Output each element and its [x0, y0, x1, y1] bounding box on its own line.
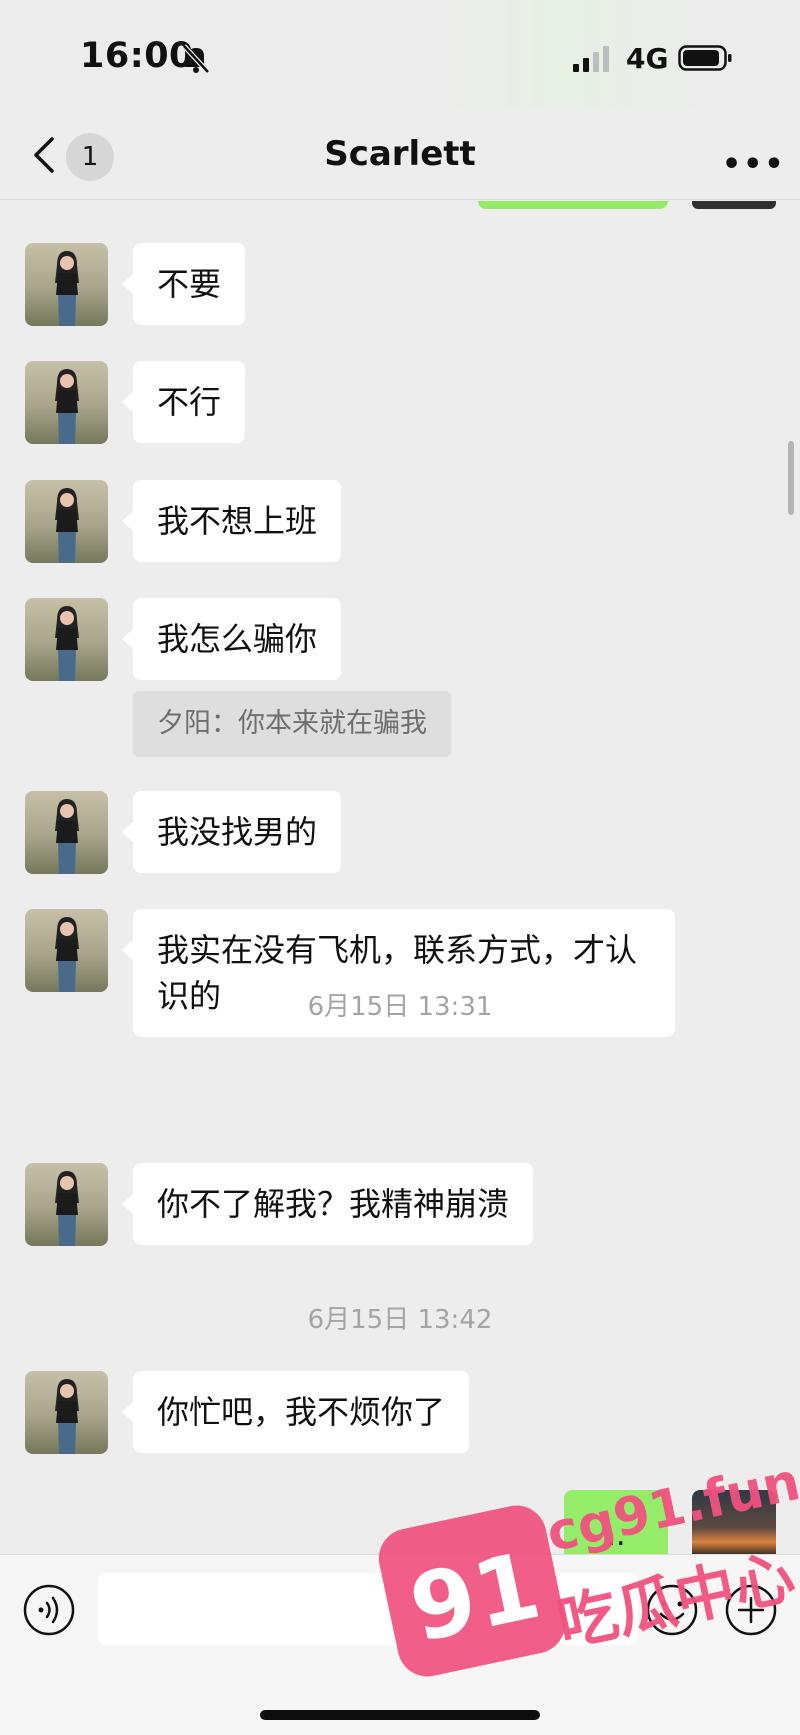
status-time: 16:00 [80, 36, 194, 76]
timestamp: 6月15日 13:31 [307, 992, 493, 1022]
message-bubble[interactable]: 不行 [121, 361, 246, 443]
status-bar: 16:00 4G [0, 0, 800, 110]
more-icon[interactable]: ••• [722, 150, 786, 180]
quoted-reply[interactable]: 夕阳：你本来就在骗我 [133, 691, 451, 757]
network-label: 4G [626, 42, 669, 75]
home-indicator[interactable] [260, 1710, 540, 1720]
contact-avatar[interactable] [25, 791, 108, 874]
contact-avatar[interactable] [25, 1371, 108, 1454]
unread-badge[interactable]: 1 [66, 133, 114, 181]
emoji-icon[interactable] [645, 1583, 699, 1637]
message-bubble[interactable]: 你不了解我？我精神崩溃 [121, 1163, 534, 1245]
message-list[interactable]: 不要 不行 我不想上班 我怎么骗你 夕阳：你本来就在骗我 我没找男的 我实在没有… [0, 201, 800, 1554]
timestamp: 6月15日 13:42 [307, 1305, 493, 1335]
message-input[interactable] [98, 1573, 638, 1645]
signal-icon [573, 46, 609, 72]
input-bar [0, 1554, 800, 1735]
chat-header: 1 Scarlett ••• [0, 110, 800, 200]
self-avatar[interactable] [692, 1490, 776, 1554]
voice-icon[interactable] [22, 1583, 76, 1637]
message-bubble[interactable]: 我怎么骗你 [121, 598, 342, 680]
contact-avatar[interactable] [25, 1163, 108, 1246]
back-chevron-icon[interactable] [30, 134, 58, 176]
message-bubble[interactable]: 我不想上班 [121, 480, 342, 562]
contact-name: Scarlett [324, 134, 476, 174]
partial-self-avatar [692, 201, 776, 209]
plus-icon[interactable] [724, 1583, 778, 1637]
contact-avatar[interactable] [25, 361, 108, 444]
message-bubble[interactable]: 你忙吧，我不烦你了 [121, 1371, 470, 1453]
partial-self-bubble [478, 201, 668, 209]
contact-avatar[interactable] [25, 598, 108, 681]
battery-icon [678, 45, 732, 71]
self-message-bubble[interactable]: .. [564, 1490, 668, 1554]
contact-avatar[interactable] [25, 480, 108, 563]
mute-bell-icon [182, 44, 210, 74]
message-bubble[interactable]: 我没找男的 [121, 791, 342, 873]
contact-avatar[interactable] [25, 909, 108, 992]
scroll-indicator[interactable] [788, 441, 794, 515]
message-bubble[interactable]: 不要 [121, 243, 246, 325]
contact-avatar[interactable] [25, 243, 108, 326]
